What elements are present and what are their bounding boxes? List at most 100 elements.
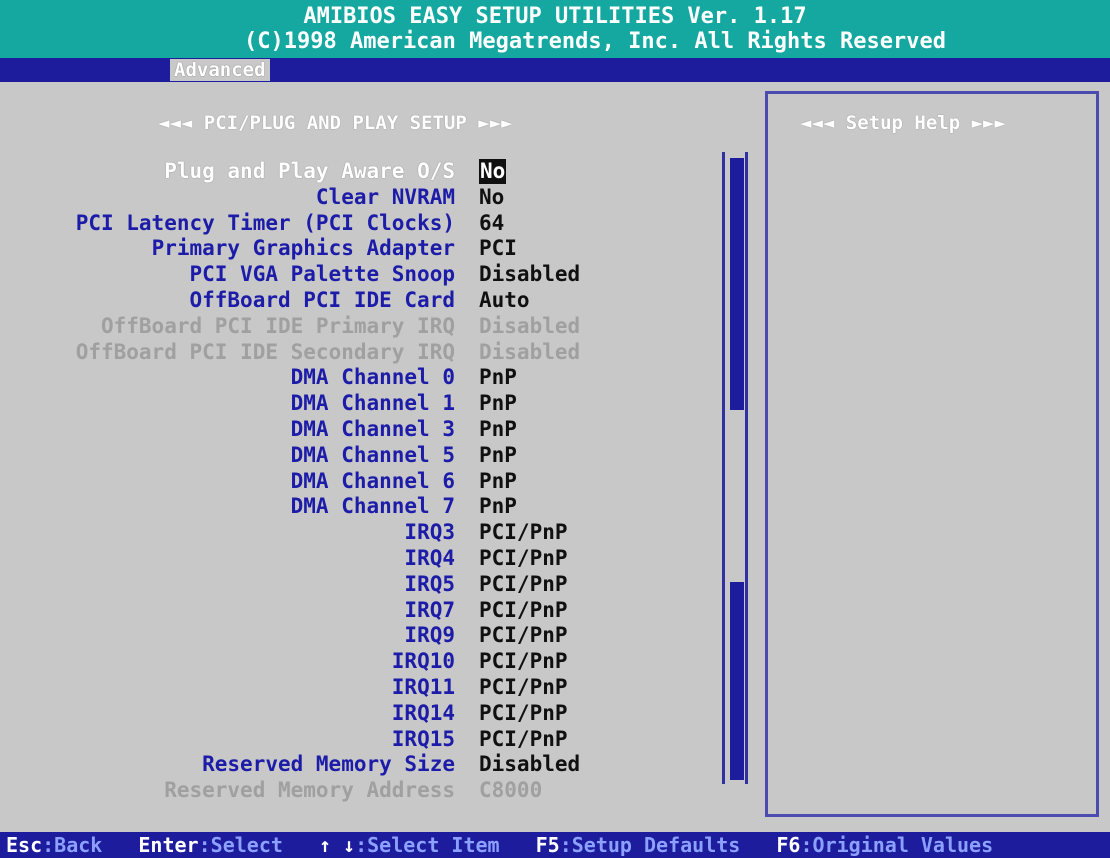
setting-label: DMA Channel 7: [290, 494, 455, 519]
setting-value[interactable]: PCI/PnP: [479, 546, 568, 571]
setting-label: Primary Graphics Adapter: [151, 236, 455, 261]
setting-label: OffBoard PCI IDE Primary IRQ: [100, 313, 455, 338]
scroll-thumb-top[interactable]: [730, 158, 744, 410]
setting-label: OffBoard PCI IDE Secondary IRQ: [75, 339, 455, 364]
setting-row-disabled: OffBoard PCI IDE Primary IRQ Disabled: [0, 314, 700, 340]
f5-label: :Setup Defaults: [559, 833, 741, 857]
bios-header: AMIBIOS EASY SETUP UTILITIES Ver. 1.17 (…: [0, 0, 1110, 58]
setting-value[interactable]: Auto: [479, 288, 530, 313]
setting-row[interactable]: Plug and Play Aware O/S No: [0, 159, 700, 185]
footer-f6: F6:Original Values: [776, 833, 993, 857]
setting-row[interactable]: DMA Channel 7 PnP: [0, 494, 700, 520]
setting-row[interactable]: DMA Channel 0 PnP: [0, 365, 700, 391]
setting-row[interactable]: IRQ15 PCI/PnP: [0, 727, 700, 753]
setup-help-box: [765, 91, 1099, 817]
setting-row[interactable]: DMA Channel 3 PnP: [0, 417, 700, 443]
f6-key: F6: [776, 833, 801, 857]
arrows-label: :Select Item: [355, 833, 500, 857]
setting-value[interactable]: PCI/PnP: [479, 675, 568, 700]
setting-value[interactable]: PnP: [479, 469, 517, 494]
setting-row[interactable]: OffBoard PCI IDE Card Auto: [0, 288, 700, 314]
setting-row-disabled: OffBoard PCI IDE Secondary IRQ Disabled: [0, 340, 700, 366]
setting-value: Disabled: [479, 313, 581, 338]
setting-value[interactable]: PnP: [479, 494, 517, 519]
setting-label: Plug and Play Aware O/S: [164, 159, 455, 183]
footer-arrows: ↑ ↓:Select Item: [319, 833, 500, 857]
bios-title: AMIBIOS EASY SETUP UTILITIES Ver. 1.17: [303, 4, 807, 29]
setting-label: DMA Channel 3: [290, 416, 455, 441]
setting-row[interactable]: IRQ3 PCI/PnP: [0, 520, 700, 546]
setting-label: DMA Channel 5: [290, 442, 455, 467]
setting-label: IRQ4: [404, 545, 455, 570]
setting-value[interactable]: PnP: [479, 443, 517, 468]
setting-label: IRQ14: [391, 700, 455, 725]
setting-label: IRQ11: [391, 674, 455, 699]
setting-row[interactable]: PCI Latency Timer (PCI Clocks) 64: [0, 211, 700, 237]
setting-row[interactable]: Clear NVRAM No: [0, 185, 700, 211]
footer-esc: Esc:Back: [6, 833, 102, 857]
footer-f5: F5:Setup Defaults: [536, 833, 741, 857]
setting-row[interactable]: IRQ9 PCI/PnP: [0, 623, 700, 649]
setting-label: IRQ10: [391, 649, 455, 674]
setting-row[interactable]: Reserved Memory Size Disabled: [0, 752, 700, 778]
setting-value[interactable]: PnP: [479, 417, 517, 442]
setting-label: DMA Channel 0: [290, 365, 455, 390]
menu-bar: Advanced: [0, 58, 1110, 82]
setting-value[interactable]: PnP: [479, 391, 517, 416]
setting-value[interactable]: PCI: [479, 236, 517, 261]
setting-row[interactable]: DMA Channel 6 PnP: [0, 469, 700, 495]
setting-row[interactable]: IRQ5 PCI/PnP: [0, 572, 700, 598]
setting-row[interactable]: IRQ10 PCI/PnP: [0, 649, 700, 675]
setting-row[interactable]: DMA Channel 1 PnP: [0, 391, 700, 417]
setting-label: IRQ7: [404, 597, 455, 622]
f5-key: F5: [535, 833, 560, 857]
setting-value[interactable]: PCI/PnP: [479, 572, 568, 597]
panel-title: ◄◄◄ PCI/PLUG AND PLAY SETUP ►►►: [158, 112, 513, 134]
setting-value[interactable]: Disabled: [479, 752, 580, 777]
setting-label: Reserved Memory Size: [202, 752, 455, 777]
setting-row[interactable]: IRQ14 PCI/PnP: [0, 701, 700, 727]
setting-row[interactable]: Primary Graphics Adapter PCI: [0, 236, 700, 262]
setting-label: DMA Channel 1: [290, 391, 455, 416]
setting-label: IRQ3: [404, 520, 455, 545]
setting-label: DMA Channel 6: [290, 468, 455, 493]
setting-row[interactable]: DMA Channel 5 PnP: [0, 443, 700, 469]
tab-advanced[interactable]: Advanced: [170, 59, 270, 81]
setting-value: Disabled: [479, 339, 581, 364]
copyright-line: (C)1998 American Megatrends, Inc. All Ri…: [244, 29, 946, 54]
setting-label: IRQ15: [391, 726, 455, 751]
scroll-thumb-bottom[interactable]: [730, 582, 744, 780]
setting-label: Clear NVRAM: [315, 184, 455, 209]
enter-key: Enter: [138, 833, 199, 857]
setting-value[interactable]: PCI/PnP: [479, 623, 568, 648]
setting-row[interactable]: IRQ11 PCI/PnP: [0, 675, 700, 701]
setting-value[interactable]: Disabled: [479, 262, 580, 287]
setting-row[interactable]: IRQ4 PCI/PnP: [0, 546, 700, 572]
setting-row[interactable]: IRQ7 PCI/PnP: [0, 598, 700, 624]
setting-label: PCI Latency Timer (PCI Clocks): [75, 210, 455, 235]
setting-value-selected[interactable]: No: [479, 159, 507, 184]
esc-key: Esc: [6, 833, 43, 857]
f6-label: :Original Values: [800, 833, 994, 857]
setting-label: Reserved Memory Address: [164, 778, 455, 803]
setting-label: OffBoard PCI IDE Card: [189, 287, 455, 312]
footer-enter: Enter:Select: [138, 833, 283, 857]
setting-label: IRQ5: [404, 571, 455, 596]
arrow-keys-icon: ↑ ↓: [318, 833, 356, 857]
setting-value[interactable]: PCI/PnP: [479, 598, 568, 623]
key-help-bar: Esc:Back Enter:Select ↑ ↓:Select Item F5…: [0, 832, 1110, 858]
setting-label: PCI VGA Palette Snoop: [189, 262, 455, 287]
setting-value[interactable]: PnP: [479, 365, 517, 390]
setting-value[interactable]: PCI/PnP: [479, 649, 568, 674]
esc-label: :Back: [42, 833, 103, 857]
setting-row[interactable]: PCI VGA Palette Snoop Disabled: [0, 262, 700, 288]
setting-row-disabled: Reserved Memory Address C8000: [0, 778, 700, 804]
enter-label: :Select: [198, 833, 283, 857]
setting-value[interactable]: PCI/PnP: [479, 727, 568, 752]
settings-list: Plug and Play Aware O/S No Clear NVRAM N…: [0, 159, 700, 804]
setting-value[interactable]: 64: [479, 211, 504, 236]
setting-value[interactable]: No: [479, 185, 504, 210]
setting-value[interactable]: PCI/PnP: [479, 520, 568, 545]
setup-help-title: ◄◄◄ Setup Help ►►►: [800, 112, 1006, 134]
setting-value[interactable]: PCI/PnP: [479, 701, 568, 726]
